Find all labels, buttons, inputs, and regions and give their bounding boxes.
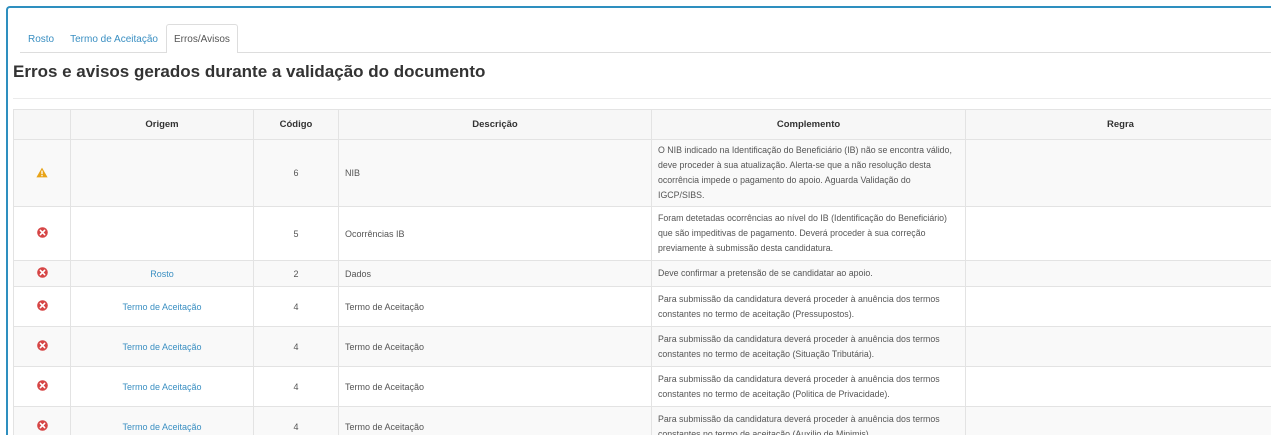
row-status-cell [13, 139, 71, 207]
row-codigo: 4 [253, 286, 339, 327]
row-codigo: 5 [253, 206, 339, 261]
header-icon [13, 109, 71, 140]
row-codigo: 4 [253, 406, 339, 435]
row-regra [965, 260, 1271, 287]
row-descricao: Termo de Aceitação [338, 286, 652, 327]
origem-link[interactable]: Termo de Aceitação [122, 422, 201, 432]
warning-icon [36, 167, 48, 180]
error-icon [36, 340, 48, 353]
tab-bar: Rosto Termo de Aceitação Erros/Avisos [20, 23, 1271, 53]
row-status-cell [13, 260, 71, 287]
row-descricao: Termo de Aceitação [338, 366, 652, 407]
row-regra [965, 206, 1271, 261]
row-regra [965, 366, 1271, 407]
table-header-row: Origem Código Descrição Complemento Regr… [13, 109, 1271, 140]
tab-rosto[interactable]: Rosto [20, 25, 62, 52]
table-row: 5 Ocorrências IB Foram detetadas ocorrênci… [13, 206, 1271, 261]
header-codigo[interactable]: Código [253, 109, 339, 140]
error-icon [36, 267, 48, 280]
header-origem[interactable]: Origem [70, 109, 254, 140]
row-origem: Termo de Aceitação [70, 326, 254, 367]
tab-erros-avisos[interactable]: Erros/Avisos [165, 24, 238, 53]
origem-link[interactable]: Termo de Aceitação [122, 382, 201, 392]
row-status-cell [13, 206, 71, 261]
table-row: Termo de Aceitação 4 Termo de Aceitação Par… [13, 326, 1271, 367]
row-origem [70, 139, 254, 207]
table-row: Termo de Aceitação 4 Termo de Aceitação Par… [13, 366, 1271, 407]
origem-link[interactable]: Rosto [150, 269, 174, 279]
row-codigo: 2 [253, 260, 339, 287]
table-row: 6 NIB O NIB indicado na Identificação do B… [13, 139, 1271, 207]
row-complemento: Para submissão da candidatura deverá pro… [651, 366, 966, 407]
row-codigo: 4 [253, 366, 339, 407]
row-origem: Termo de Aceitação [70, 366, 254, 407]
row-complemento: Para submissão da candidatura deverá pro… [651, 406, 966, 435]
error-icon [36, 420, 48, 433]
table-row: Termo de Aceitação 4 Termo de Aceitação Par… [13, 286, 1271, 327]
error-icon [36, 300, 48, 313]
row-regra [965, 406, 1271, 435]
origem-link[interactable]: Termo de Aceitação [122, 342, 201, 352]
divider [13, 98, 1271, 99]
row-regra [965, 326, 1271, 367]
row-descricao: Ocorrências IB [338, 206, 652, 261]
error-icon [36, 380, 48, 393]
row-origem: Termo de Aceitação [70, 406, 254, 435]
row-status-cell [13, 286, 71, 327]
row-regra [965, 139, 1271, 207]
row-regra [965, 286, 1271, 327]
origem-link[interactable]: Termo de Aceitação [122, 302, 201, 312]
row-status-cell [13, 366, 71, 407]
row-origem: Termo de Aceitação [70, 286, 254, 327]
row-status-cell [13, 406, 71, 435]
tab-termo-de-aceitacao[interactable]: Termo de Aceitação [62, 25, 166, 52]
row-complemento: Foram detetadas ocorrências ao nível do … [651, 206, 966, 261]
row-codigo: 6 [253, 139, 339, 207]
row-descricao: Termo de Aceitação [338, 326, 652, 367]
table-row: Termo de Aceitação 4 Termo de Aceitação Par… [13, 406, 1271, 435]
header-descricao[interactable]: Descrição [338, 109, 652, 140]
row-complemento: Para submissão da candidatura deverá pro… [651, 326, 966, 367]
header-complemento[interactable]: Complemento [651, 109, 966, 140]
row-codigo: 4 [253, 326, 339, 367]
row-descricao: Termo de Aceitação [338, 406, 652, 435]
row-complemento: Deve confirmar a pretensão de se candida… [651, 260, 966, 287]
row-origem: Rosto [70, 260, 254, 287]
row-descricao: Dados [338, 260, 652, 287]
errors-table: Origem Código Descrição Complemento Regr… [13, 109, 1271, 435]
row-origem [70, 206, 254, 261]
row-complemento: Para submissão da candidatura deverá pro… [651, 286, 966, 327]
row-complemento: O NIB indicado na Identificação do Benef… [651, 139, 966, 207]
table-row: Rosto 2 Dados Deve confirmar a pretensão de… [13, 260, 1271, 287]
header-regra[interactable]: Regra [965, 109, 1271, 140]
page-title: Erros e avisos gerados durante a validaç… [13, 62, 486, 81]
row-descricao: NIB [338, 139, 652, 207]
error-icon [36, 227, 48, 240]
row-status-cell [13, 326, 71, 367]
document-panel: Rosto Termo de Aceitação Erros/Avisos Er… [6, 6, 1271, 435]
